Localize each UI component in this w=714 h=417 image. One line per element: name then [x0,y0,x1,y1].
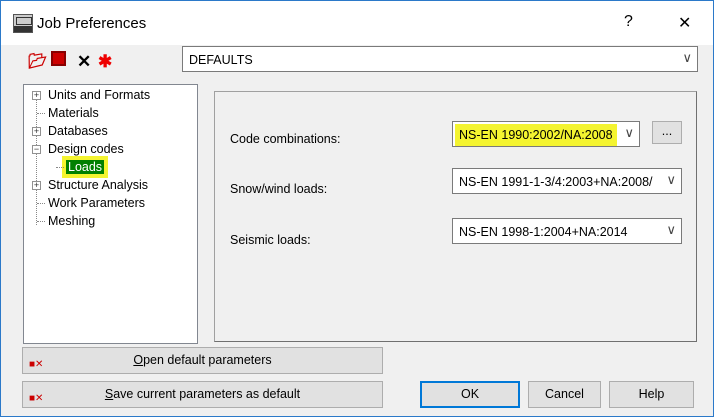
delete-icon[interactable]: ✕ [77,52,91,72]
code-combinations-combo[interactable]: NS-EN 1990:2002/NA:2008 ∨ [452,121,640,147]
window-title: Job Preferences [37,15,147,32]
tree-line [56,167,64,168]
cancel-button[interactable]: Cancel [528,381,601,408]
tree-label: Loads [66,160,105,174]
button-label: ave current parameters as default [113,387,301,401]
help-title-button[interactable]: ? [624,13,633,31]
open-default-icon: ■✕ [29,359,44,370]
tree-label: Meshing [48,214,96,228]
chevron-down-icon: ∨ [662,172,676,188]
tree-line [37,203,45,204]
collapse-icon[interactable]: − [32,145,41,154]
code-combinations-value: NS-EN 1990:2002/NA:2008 [459,128,613,142]
tree-label: Work Parameters [48,196,146,210]
tree-item-units-and-formats[interactable]: + Units and Formats [32,87,150,104]
expand-icon[interactable]: + [32,181,41,190]
tree-label: Materials [48,106,99,120]
snow-wind-value: NS-EN 1991-1-3/4:2003+NA:2008/ [459,175,653,189]
open-default-parameters-button[interactable]: ■✕ Open default parameters [22,347,383,374]
snow-wind-combo[interactable]: NS-EN 1991-1-3/4:2003+NA:2008/ ∨ [452,168,682,194]
reset-icon[interactable]: ✱ [98,52,112,72]
seismic-value: NS-EN 1998-1:2004+NA:2014 [459,225,628,239]
save-as-default-button[interactable]: ■✕ Save current parameters as default [22,381,383,408]
folder-open-icon[interactable]: 📂︎ [28,52,47,70]
preset-combo[interactable]: DEFAULTS ∨ [182,46,698,72]
tree-item-design-codes[interactable]: − Design codes [32,141,124,158]
save-icon[interactable] [51,51,66,66]
chevron-down-icon: ∨ [682,50,692,65]
close-button[interactable]: ✕ [678,13,691,33]
app-icon [13,14,33,33]
tree-item-structure-analysis[interactable]: + Structure Analysis [32,177,148,194]
expand-icon[interactable]: + [32,127,41,136]
tree-item-materials[interactable]: Materials [32,105,99,122]
seismic-combo[interactable]: NS-EN 1998-1:2004+NA:2014 ∨ [452,218,682,244]
chevron-down-icon: ∨ [624,125,634,140]
tree-label: Units and Formats [48,88,151,102]
tree-label: Databases [48,124,108,138]
ok-button[interactable]: OK [420,381,520,408]
mnemonic: O [133,353,144,367]
tree-item-meshing[interactable]: Meshing [32,213,95,230]
snow-wind-label: Snow/wind loads: [230,182,328,196]
title-bar: Job Preferences ? ✕ [1,1,713,45]
tree-line [37,221,45,222]
tree-item-databases[interactable]: + Databases [32,123,108,140]
chevron-down-icon: ∨ [666,222,676,237]
preset-value: DEFAULTS [189,53,253,67]
code-combinations-more-button[interactable]: ... [652,121,682,144]
job-preferences-dialog: Job Preferences ? ✕ 📂︎ ✕ ✱ DEFAULTS ∨ + U… [0,0,714,417]
tree-line [37,113,45,114]
loads-panel: Code combinations: NS-EN 1990:2002/NA:20… [214,91,697,342]
tree-item-work-parameters[interactable]: Work Parameters [32,195,145,212]
help-button[interactable]: Help [609,381,694,408]
tree-label: Structure Analysis [48,178,149,192]
code-combinations-label: Code combinations: [230,132,341,146]
seismic-label: Seismic loads: [230,233,311,247]
tree-item-loads[interactable]: Loads [56,159,105,176]
mnemonic: S [104,387,114,401]
expand-icon[interactable]: + [32,91,41,100]
tree-label: Design codes [48,142,124,156]
save-default-icon: ■✕ [29,393,44,404]
category-tree[interactable]: + Units and Formats Materials + Databases … [23,84,198,344]
button-label: pen default parameters [143,353,272,367]
